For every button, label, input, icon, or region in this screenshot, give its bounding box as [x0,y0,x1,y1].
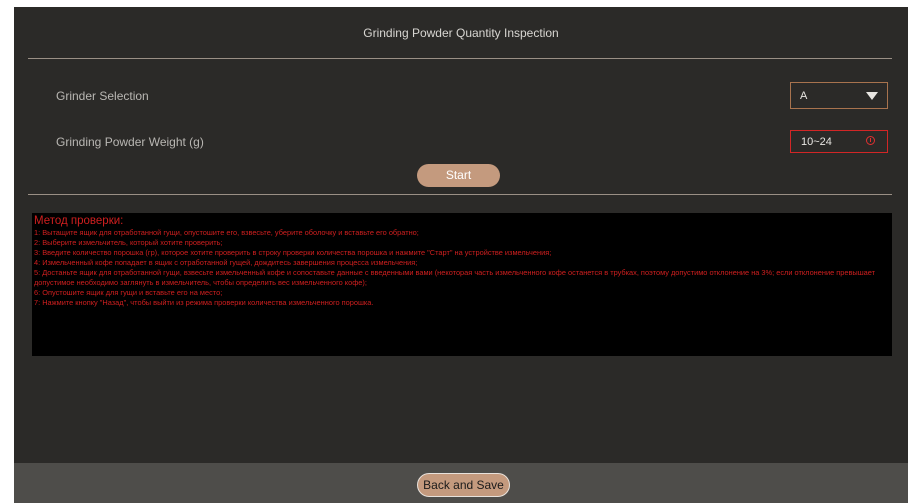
footer-bar: Back and Save [14,463,908,503]
back-and-save-button[interactable]: Back and Save [417,473,510,497]
method-line: 4: Измельченный кофе попадает в ящик с о… [34,258,418,267]
method-line: 1: Вытащите ящик для отработанной гущи, … [34,228,419,237]
grinding-weight-label: Grinding Powder Weight (g) [56,135,204,149]
grinder-selection-label: Grinder Selection [56,89,149,103]
triangle-down-icon [866,92,878,100]
method-line: 7: Нажмите кнопку "Назад", чтобы выйти и… [34,298,374,307]
page-title: Grinding Powder Quantity Inspection [363,25,559,40]
divider [28,194,892,195]
main-panel: Grinding Powder Quantity Inspection Grin… [14,7,908,503]
grinding-weight-input[interactable]: 10~24 [790,130,888,153]
method-line: 5: Достаньте ящик для отработанной гущи,… [34,268,875,287]
error-icon [866,136,875,145]
start-button[interactable]: Start [417,164,500,187]
grinding-weight-placeholder: 10~24 [801,136,832,148]
method-line: 3: Введите количество порошка (гр), кото… [34,248,552,257]
method-line: 6: Опустошите ящик для гущи и вставьте е… [34,288,223,297]
method-line: 2: Выберите измельчитель, который хотите… [34,238,223,247]
divider [28,58,892,59]
grinder-select[interactable]: A [790,82,888,109]
grinder-select-value: A [800,90,808,102]
method-title: Метод проверки: [34,215,124,227]
method-instructions: Метод проверки: 1: Вытащите ящик для отр… [32,213,892,356]
